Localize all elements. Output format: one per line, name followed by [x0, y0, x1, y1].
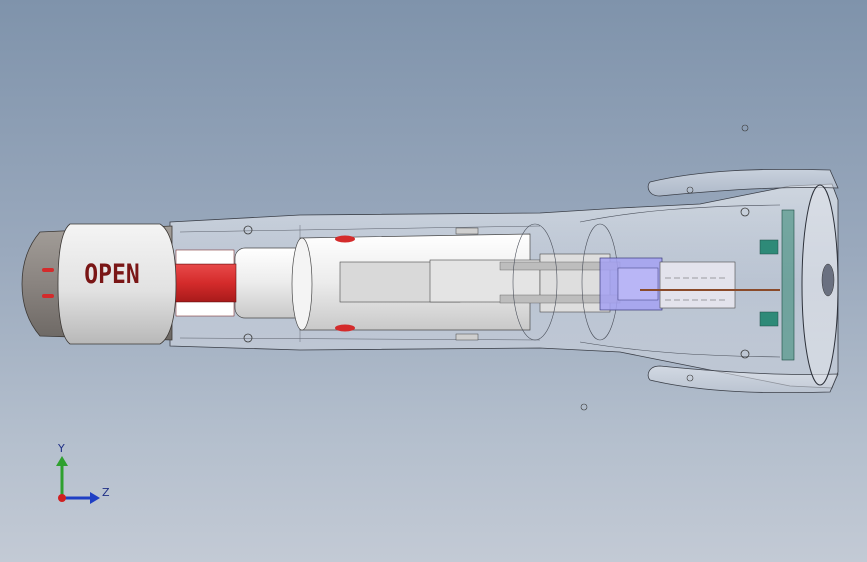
coordinate-triad	[56, 456, 100, 504]
open-label: OPEN	[84, 260, 140, 290]
cad-graphics-viewport[interactable]: OPEN Y Z	[0, 0, 867, 562]
triad-z-label: Z	[102, 486, 110, 499]
triad-y-label: Y	[58, 442, 65, 455]
